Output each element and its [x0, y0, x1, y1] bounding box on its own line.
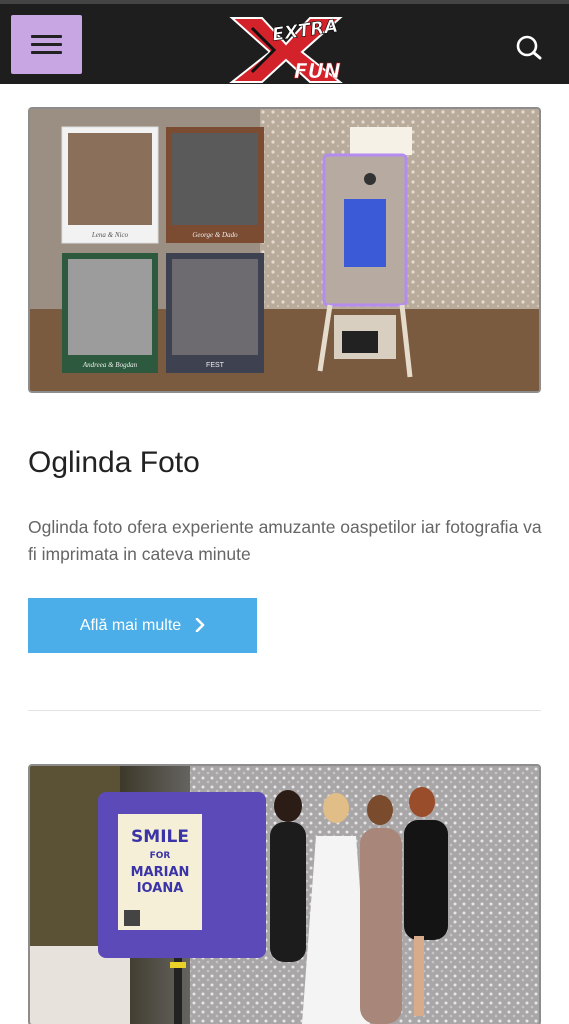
card-description: Oglinda foto ofera experiente amuzante o…: [28, 517, 542, 564]
site-logo[interactable]: EXTRA FUN: [222, 14, 350, 84]
card-title: Oglinda Foto: [28, 446, 200, 479]
booth-sign-line2: FOR: [150, 851, 171, 861]
photo-frame-3: Andreea & Bogdan: [62, 253, 158, 373]
logo-graphic: EXTRA FUN: [229, 15, 343, 83]
frame-caption-1: Lena & Nico: [91, 231, 129, 239]
chevron-right-icon: [195, 617, 205, 634]
frame-caption-4: FEST: [206, 362, 225, 369]
hamburger-menu-icon: [31, 35, 62, 38]
search-icon: [516, 35, 542, 60]
section-divider: [28, 710, 541, 711]
photo-booth-guests-photo: SMILE FOR MARIAN IOANA: [30, 766, 539, 1024]
booth-sign-line1: SMILE: [131, 827, 189, 847]
site-header: EXTRA FUN: [0, 4, 569, 84]
booth-sign-line4: IOANA: [137, 881, 184, 896]
logo-text-fun: FUN: [294, 59, 341, 83]
photo-frame-2: George & Dado: [166, 127, 264, 243]
photo-frame-1: Lena & Nico: [61, 126, 159, 244]
learn-more-label: Află mai multe: [79, 616, 182, 634]
card-image-photo-booth-guests[interactable]: SMILE FOR MARIAN IOANA: [28, 764, 541, 1024]
card-image-mirror-booth[interactable]: Lena & Nico George & Dado Andreea & Bogd…: [28, 107, 541, 393]
frame-caption-3: Andreea & Bogdan: [82, 361, 138, 369]
mirror-booth-photo: Lena & Nico George & Dado Andreea & Bogd…: [30, 109, 539, 391]
photo-frame-4: FEST: [166, 253, 264, 373]
search-button[interactable]: [512, 32, 546, 62]
frame-caption-2: George & Dado: [192, 231, 238, 239]
booth-sign-line3: MARIAN: [131, 865, 190, 880]
learn-more-button[interactable]: Află mai multe: [28, 598, 257, 653]
logo-text-extra: EXTRA: [271, 16, 340, 46]
menu-button[interactable]: [11, 15, 82, 74]
